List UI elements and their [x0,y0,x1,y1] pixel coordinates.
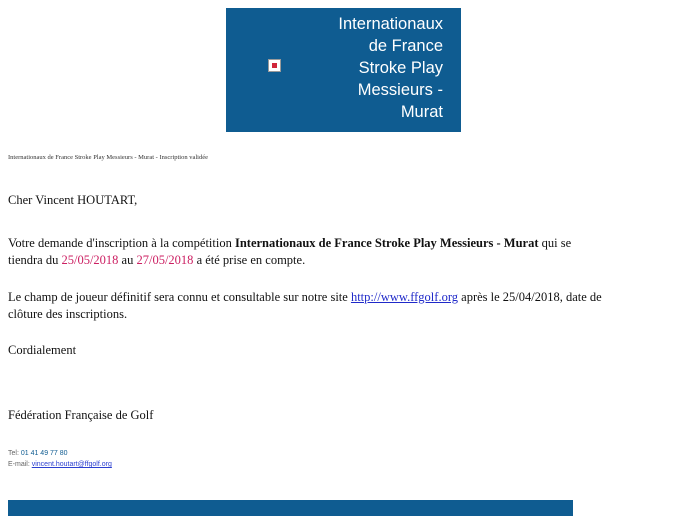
start-date: 25/05/2018 [61,253,119,267]
paragraph-text: a été prise en compte. [193,253,306,267]
paragraph-text: Le champ de joueur définitif sera connu … [8,290,351,304]
banner-line: de France [368,37,443,55]
banner-line: Messieurs - [357,81,443,99]
ffgolf-link[interactable]: http://www.ffgolf.org [351,290,458,304]
contact-info: Tel: 01 41 49 77 80 E-mail: vincent.hout… [8,448,112,470]
phone-label: Tel: [8,450,21,457]
end-date: 27/05/2018 [136,253,194,267]
greeting: Cher Vincent HOUTART, [8,193,138,207]
email-label: E-mail: [8,461,32,468]
phone-line: Tel: 01 41 49 77 80 [8,448,112,459]
signature: Fédération Française de Golf [8,408,154,422]
registration-paragraph: Votre demande d'inscription à la compéti… [8,235,571,269]
competition-name: Internationaux de France Stroke Play Mes… [234,236,539,250]
email-subject-line: Internationaux de France Stroke Play Mes… [8,154,208,161]
header-banner: Internationaux de France Stroke Play Mes… [226,8,461,132]
phone-number: 01 41 49 77 80 [20,450,68,457]
email-line: E-mail: vincent.houtart@ffgolf.org [8,459,112,470]
paragraph-text: au [118,253,137,267]
banner-title: Internationaux de France Stroke Play Mes… [293,13,443,123]
banner-line: Murat [400,103,443,121]
paragraph-text: tiendra du [8,253,62,267]
banner-line: Stroke Play [358,59,443,77]
broken-image-icon [268,59,281,72]
paragraph-text: après le 25/04/2018, date de [458,290,602,304]
paragraph-text: qui se [538,236,572,250]
banner-line: Internationaux [338,15,443,33]
paragraph-text: clôture des inscriptions. [8,307,128,321]
email-link[interactable]: vincent.houtart@ffgolf.org [32,461,112,468]
field-info-paragraph: Le champ de joueur définitif sera connu … [8,289,602,323]
paragraph-text: Votre demande d'inscription à la compéti… [8,236,235,250]
footer-bar [8,500,573,516]
closing: Cordialement [8,343,77,357]
